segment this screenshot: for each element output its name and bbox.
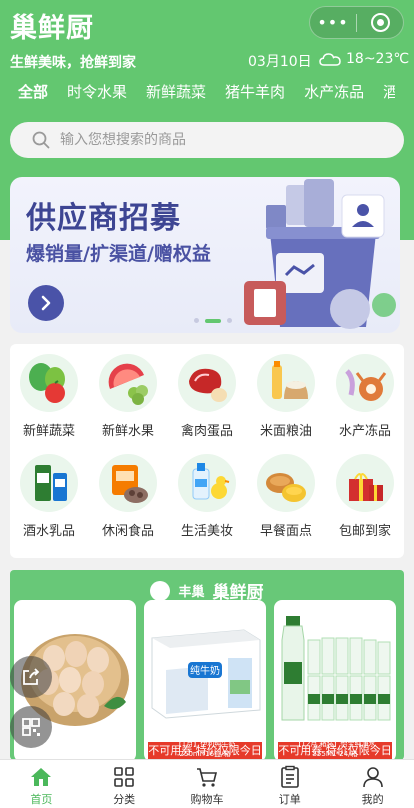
brand-small-label: 丰巢 xyxy=(178,585,205,600)
share-icon xyxy=(23,668,40,685)
product-spec: 555ML*24/箱 xyxy=(312,750,358,758)
profile-icon xyxy=(362,767,383,788)
qrcode-button[interactable] xyxy=(10,706,52,748)
pagination-dot xyxy=(227,318,232,323)
product-spec: 30枚/件 xyxy=(62,750,88,758)
home-icon xyxy=(31,768,52,786)
search-icon xyxy=(32,131,50,149)
banner-illustration xyxy=(244,179,396,329)
product-name: 【1月】伊利纯牛奶 xyxy=(174,740,236,748)
category-tabs: 全部 时令水果 新鲜蔬菜 猪牛羊肉 水产冻品 酒 xyxy=(0,81,414,109)
nav-label: 分类 xyxy=(113,793,136,806)
category-free-shipping[interactable]: 包邮到家 xyxy=(328,454,402,539)
category-label: 酒水乳品 xyxy=(22,524,75,539)
tab-meat[interactable]: 猪牛羊肉 xyxy=(225,81,285,109)
tab-drinks[interactable]: 酒 xyxy=(383,81,395,109)
nav-label: 订单 xyxy=(278,793,301,806)
category-cosmetics[interactable]: 生活美妆 xyxy=(170,454,244,539)
nav-home[interactable]: 首页 xyxy=(0,760,83,808)
tab-fresh-vegetables[interactable]: 新鲜蔬菜 xyxy=(146,81,206,109)
grain-oil-icon xyxy=(257,354,315,412)
category-fresh-fruit[interactable]: 新鲜水果 xyxy=(91,354,165,439)
search-input[interactable] xyxy=(60,132,340,148)
bakery-icon xyxy=(257,454,315,512)
qrcode-icon xyxy=(22,718,40,736)
tab-seasonal-fruit[interactable]: 时令水果 xyxy=(67,81,127,109)
mini-program-capsule: ••• xyxy=(309,6,404,39)
gift-icon xyxy=(336,454,394,512)
category-grain-oil[interactable]: 米面粮油 xyxy=(249,354,323,439)
nav-label: 首页 xyxy=(30,793,53,806)
more-icon[interactable]: ••• xyxy=(310,13,356,32)
category-label: 包邮到家 xyxy=(338,524,391,539)
slogan: 生鲜美味，抢鲜到家 xyxy=(10,55,136,71)
tab-seafood[interactable]: 水产冻品 xyxy=(304,81,364,109)
nav-category[interactable]: 分类 xyxy=(83,760,166,808)
bottom-nav: 首页 分类 购物车 订单 我的 xyxy=(0,759,414,808)
close-mini-program-icon[interactable] xyxy=(357,13,403,32)
category-label: 水产冻品 xyxy=(338,424,391,439)
fruits-icon xyxy=(99,354,157,412)
banner-subtitle: 爆销量/扩渠道/赠权益 xyxy=(26,243,211,265)
category-label: 生活美妆 xyxy=(180,524,233,539)
cosmetics-icon xyxy=(178,454,236,512)
date-label: 03月10日 xyxy=(248,54,312,70)
banner-title: 供应商招募 xyxy=(26,201,181,236)
nav-label: 我的 xyxy=(361,793,384,806)
water-bottles-image xyxy=(281,616,391,721)
seafood-icon xyxy=(336,354,394,412)
category-grid: 新鲜蔬菜 新鲜水果 禽肉蛋品 米面粮油 水产冻品 酒水乳品 休闲食品 生活美妆 … xyxy=(10,344,404,558)
milk-box-image: 纯牛奶 xyxy=(151,629,261,719)
category-seafood-frozen[interactable]: 水产冻品 xyxy=(328,354,402,439)
brand-logo-icon xyxy=(150,580,171,601)
category-breakfast-bakery[interactable]: 早餐面点 xyxy=(249,454,323,539)
category-label: 米面粮油 xyxy=(259,424,312,439)
product-spec: 250ml*16盒/箱 xyxy=(179,750,231,758)
category-label: 休闲食品 xyxy=(101,524,154,539)
snacks-icon xyxy=(99,454,157,512)
share-button[interactable] xyxy=(10,656,52,698)
nav-orders[interactable]: 订单 xyxy=(248,760,331,808)
category-label: 新鲜水果 xyxy=(101,424,154,439)
nav-profile[interactable]: 我的 xyxy=(331,760,414,808)
banner-arrow-button[interactable] xyxy=(28,285,64,321)
product-name: 【12月 箱装】怡宝纯净水 xyxy=(294,740,376,748)
cart-icon xyxy=(196,768,218,787)
search-bar[interactable] xyxy=(10,122,404,158)
category-label: 禽肉蛋品 xyxy=(180,424,233,439)
promo-section: 丰巢 巢鲜厨 纯牛奶 不可用券 特价仅限今日 不可用券 特价仅限今日 xyxy=(10,570,404,760)
milk-brand-text: 纯牛奶 xyxy=(190,664,220,677)
category-label: 早餐面点 xyxy=(259,524,312,539)
order-icon xyxy=(280,765,299,788)
supplier-banner[interactable]: 供应商招募 爆销量/扩渠道/赠权益 xyxy=(10,177,400,333)
pagination-dot xyxy=(194,318,199,323)
meat-icon xyxy=(178,354,236,412)
temperature-label: 18~23℃ xyxy=(346,51,410,67)
nav-cart[interactable]: 购物车 xyxy=(166,760,249,808)
banner-pagination xyxy=(194,318,232,323)
chevron-right-icon xyxy=(41,295,51,311)
product-card-water[interactable]: 不可用券 特价仅限今日 xyxy=(274,600,396,760)
cloud-icon xyxy=(319,53,341,66)
dairy-icon xyxy=(20,454,78,512)
nav-label: 购物车 xyxy=(190,793,224,806)
tab-all[interactable]: 全部 xyxy=(18,81,48,109)
product-card-milk[interactable]: 纯牛奶 不可用券 特价仅限今日 xyxy=(144,600,266,760)
vegetables-icon xyxy=(20,354,78,412)
pagination-dot-active xyxy=(205,318,221,323)
app-logo: 巢鲜厨 xyxy=(10,13,94,44)
category-label: 新鲜蔬菜 xyxy=(22,424,75,439)
category-snacks[interactable]: 休闲食品 xyxy=(91,454,165,539)
category-icon xyxy=(114,767,134,787)
category-fresh-vegetables[interactable]: 新鲜蔬菜 xyxy=(12,354,86,439)
category-drinks-dairy[interactable]: 酒水乳品 xyxy=(12,454,86,539)
category-meat-eggs[interactable]: 禽肉蛋品 xyxy=(170,354,244,439)
